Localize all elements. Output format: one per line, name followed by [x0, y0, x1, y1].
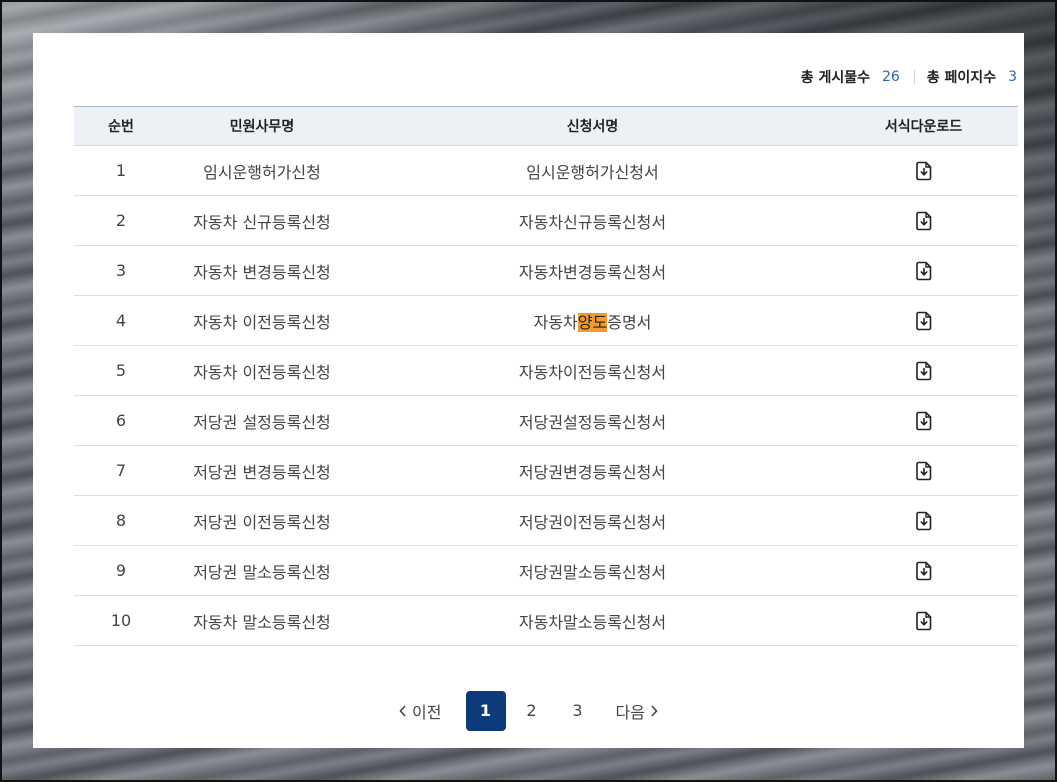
chevron-right-icon: [651, 705, 658, 717]
next-page-label: 다음: [615, 703, 645, 722]
row-number: 3: [74, 245, 168, 296]
row-number: 10: [74, 595, 168, 646]
row-form-name: 저당권설정등록신청서: [356, 395, 829, 446]
row-form-name: 자동차변경등록신청서: [356, 245, 829, 296]
header-form-name: 신청서명: [356, 106, 829, 146]
row-service-name: 저당권 설정등록신청: [168, 395, 356, 446]
table-header-row: 순번 민원사무명 신청서명 서식다운로드: [74, 106, 1018, 146]
file-download-icon[interactable]: [915, 411, 933, 431]
row-download-cell: [829, 495, 1018, 546]
table-row: 5 자동차 이전등록신청 자동차이전등록신청서: [74, 345, 1018, 396]
row-service-name: 자동차 신규등록신청: [168, 195, 356, 246]
total-posts-count: 26: [881, 69, 900, 85]
file-download-icon[interactable]: [915, 611, 933, 631]
header-number: 순번: [74, 106, 168, 146]
table-row: 2 자동차 신규등록신청 자동차신규등록신청서: [74, 195, 1018, 246]
prev-page-label: 이전: [412, 703, 442, 722]
row-form-name: 임시운행허가신청서: [356, 145, 829, 196]
forms-table: 순번 민원사무명 신청서명 서식다운로드 1 임시운행허가신청 임시운행허가신청…: [74, 106, 1018, 646]
row-service-name: 저당권 이전등록신청: [168, 495, 356, 546]
row-form-name: 저당권말소등록신청서: [356, 545, 829, 596]
row-download-cell: [829, 445, 1018, 496]
row-download-cell: [829, 545, 1018, 596]
row-form-name: 저당권변경등록신청서: [356, 445, 829, 496]
table-row: 1 임시운행허가신청 임시운행허가신청서: [74, 145, 1018, 196]
form-name-prefix: 자동차: [533, 312, 578, 332]
file-download-icon[interactable]: [915, 461, 933, 481]
table-row: 8 저당권 이전등록신청 저당권이전등록신청서: [74, 495, 1018, 546]
row-number: 2: [74, 195, 168, 246]
file-download-icon[interactable]: [915, 311, 933, 331]
row-number: 8: [74, 495, 168, 546]
row-form-name: 저당권이전등록신청서: [356, 495, 829, 546]
row-download-cell: [829, 345, 1018, 396]
file-download-icon[interactable]: [915, 261, 933, 281]
row-form-name: 자동차이전등록신청서: [356, 345, 829, 396]
row-service-name: 임시운행허가신청: [168, 145, 356, 196]
row-service-name: 자동차 이전등록신청: [168, 295, 356, 346]
file-download-icon[interactable]: [915, 211, 933, 231]
row-service-name: 자동차 말소등록신청: [168, 595, 356, 646]
row-number: 9: [74, 545, 168, 596]
row-download-cell: [829, 245, 1018, 296]
file-download-icon[interactable]: [915, 361, 933, 381]
table-row: 6 저당권 설정등록신청 저당권설정등록신청서: [74, 395, 1018, 446]
table-row: 9 저당권 말소등록신청 저당권말소등록신청서: [74, 545, 1018, 596]
row-service-name: 저당권 변경등록신청: [168, 445, 356, 496]
board-summary: 총 게시물수 26 총 페이지수 3: [801, 67, 1017, 87]
prev-page-button[interactable]: 이전: [392, 699, 447, 723]
file-download-icon[interactable]: [915, 511, 933, 531]
summary-divider: [913, 70, 915, 84]
row-download-cell: [829, 195, 1018, 246]
page-button-1[interactable]: 1: [465, 691, 506, 731]
row-service-name: 저당권 말소등록신청: [168, 545, 356, 596]
search-highlight: 양도: [577, 312, 608, 332]
file-download-icon[interactable]: [915, 561, 933, 581]
page-button-3[interactable]: 3: [558, 691, 598, 731]
next-page-button[interactable]: 다음: [610, 699, 665, 723]
table-row: 3 자동차 변경등록신청 자동차변경등록신청서: [74, 245, 1018, 296]
row-download-cell: [829, 595, 1018, 646]
file-download-icon[interactable]: [915, 161, 933, 181]
row-number: 7: [74, 445, 168, 496]
board-panel: 총 게시물수 26 총 페이지수 3 순번 민원사무명 신청서명 서식다운로드 …: [33, 33, 1024, 748]
row-download-cell: [829, 295, 1018, 346]
row-download-cell: [829, 145, 1018, 196]
chevron-left-icon: [399, 705, 406, 717]
row-form-name: 자동차신규등록신청서: [356, 195, 829, 246]
page-button-2[interactable]: 2: [512, 691, 552, 731]
table-row: 4 자동차 이전등록신청 자동차양도증명서: [74, 295, 1018, 346]
total-pages-count: 3: [1008, 69, 1017, 85]
row-number: 5: [74, 345, 168, 396]
row-number: 1: [74, 145, 168, 196]
total-posts-label: 총 게시물수: [800, 70, 870, 86]
row-number: 4: [74, 295, 168, 346]
row-form-name: 자동차양도증명서: [356, 295, 829, 346]
form-name-suffix: 증명서: [607, 312, 652, 332]
header-download: 서식다운로드: [829, 106, 1018, 146]
row-service-name: 자동차 이전등록신청: [168, 345, 356, 396]
row-download-cell: [829, 395, 1018, 446]
header-service-name: 민원사무명: [168, 106, 356, 146]
table-row: 7 저당권 변경등록신청 저당권변경등록신청서: [74, 445, 1018, 496]
row-number: 6: [74, 395, 168, 446]
row-service-name: 자동차 변경등록신청: [168, 245, 356, 296]
row-form-name: 자동차말소등록신청서: [356, 595, 829, 646]
total-pages-label: 총 페이지수: [926, 70, 997, 86]
pagination: 이전 1 2 3 다음: [33, 691, 1024, 731]
table-row: 10 자동차 말소등록신청 자동차말소등록신청서: [74, 595, 1018, 646]
